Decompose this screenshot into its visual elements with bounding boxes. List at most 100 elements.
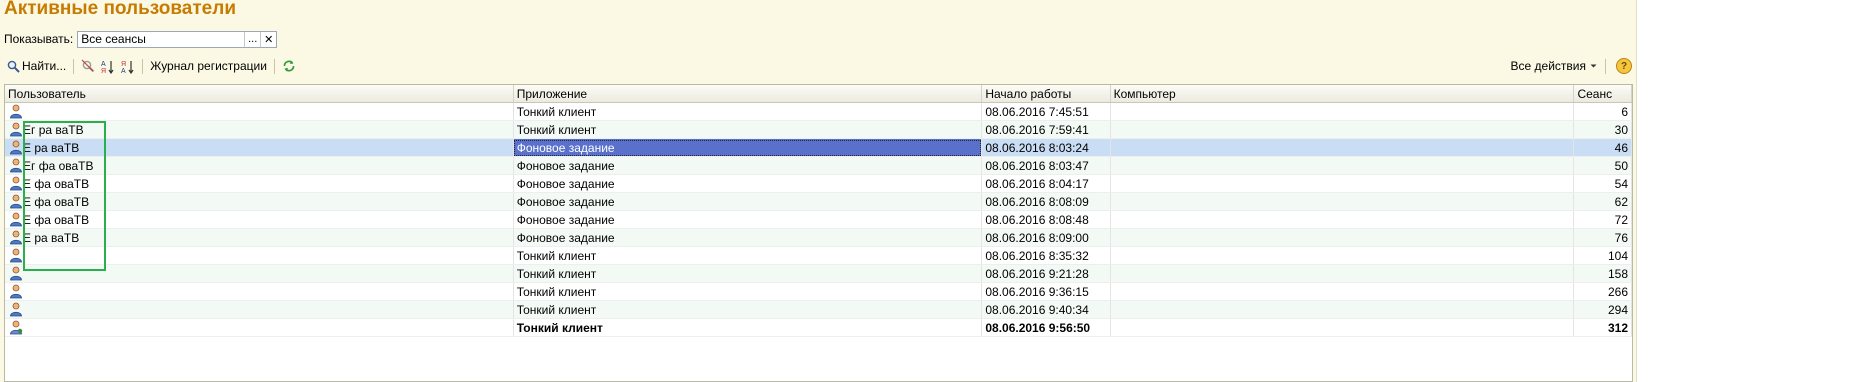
table-row[interactable]: Тонкий клиент 08.06.2016 9:36:15 266 [5, 282, 1632, 301]
cell-session[interactable]: 62 [1573, 192, 1632, 211]
cell-user[interactable]: Е фа оваТВ [5, 210, 514, 229]
table-row[interactable]: Тонкий клиент 08.06.2016 8:35:32 104 [5, 246, 1632, 265]
user-icon [10, 194, 22, 209]
table-row[interactable]: Е фа оваТВ Фоновое задание 08.06.2016 8:04… [5, 174, 1632, 193]
sort-descending-button[interactable]: ЯА [118, 57, 138, 75]
svg-text:А: А [101, 61, 106, 68]
cell-user[interactable]: Е ра ваТВ [5, 228, 514, 247]
cell-application[interactable]: Тонкий клиент [513, 102, 983, 121]
cell-start-time[interactable]: 08.06.2016 8:08:09 [981, 192, 1111, 211]
cell-computer[interactable] [1110, 228, 1575, 247]
table-row[interactable]: Е фа оваТВ Фоновое задание 08.06.2016 8:08… [5, 192, 1632, 211]
cell-start-time[interactable]: 08.06.2016 8:03:47 [981, 156, 1111, 175]
cell-computer[interactable] [1110, 300, 1575, 319]
cell-user[interactable]: Ег ра ваТВ [5, 120, 514, 139]
sessions-filter-field[interactable]: Все сеансы ... ✕ [77, 30, 278, 48]
column-application[interactable]: Приложение [513, 85, 983, 103]
cell-start-time[interactable]: 08.06.2016 8:04:17 [981, 174, 1111, 193]
table-row[interactable]: Ег ра ваТВ Тонкий клиент 08.06.2016 7:59:4… [5, 120, 1632, 139]
cell-user[interactable]: Е фа оваТВ [5, 192, 514, 211]
cell-session[interactable]: 104 [1573, 246, 1632, 265]
column-start-time[interactable]: Начало работы [981, 85, 1111, 103]
table-row[interactable]: Тонкий клиент 08.06.2016 7:45:51 6 [5, 102, 1632, 121]
cell-user[interactable]: Ег фа оваТВ [5, 156, 514, 175]
column-user[interactable]: Пользователь [5, 85, 514, 103]
cancel-search-button[interactable] [78, 57, 98, 75]
table-row[interactable]: Тонкий клиент 08.06.2016 9:21:28 158 [5, 264, 1632, 283]
cell-user[interactable]: Е фа оваТВ [5, 174, 514, 193]
cell-start-time[interactable]: 08.06.2016 9:40:34 [981, 300, 1111, 319]
table-row[interactable]: Е ра ваТВ Фоновое задание 08.06.2016 8:03:… [5, 138, 1632, 157]
find-button[interactable]: Найти... [4, 57, 69, 75]
cell-session[interactable]: 266 [1573, 282, 1632, 301]
table-row[interactable]: Тонкий клиент 08.06.2016 9:40:34 294 [5, 300, 1632, 319]
cell-application[interactable]: Тонкий клиент [513, 318, 983, 337]
table-row[interactable]: Тонкий клиент 08.06.2016 9:56:50 312 [5, 318, 1632, 337]
cell-start-time[interactable]: 08.06.2016 9:36:15 [981, 282, 1111, 301]
cell-application[interactable]: Тонкий клиент [513, 282, 983, 301]
cell-user[interactable] [5, 264, 514, 283]
cell-start-time[interactable]: 08.06.2016 9:21:28 [981, 264, 1111, 283]
all-actions-menu[interactable]: Все действия [1508, 57, 1601, 75]
choose-button[interactable]: ... [244, 31, 261, 47]
cell-user[interactable] [5, 246, 514, 265]
cell-user[interactable] [5, 282, 514, 301]
cell-computer[interactable] [1110, 282, 1575, 301]
table-row[interactable]: Ег фа оваТВ Фоновое задание 08.06.2016 8:0… [5, 156, 1632, 175]
cell-start-time[interactable]: 08.06.2016 9:56:50 [981, 318, 1111, 337]
cell-session[interactable]: 30 [1573, 120, 1632, 139]
cell-application[interactable]: Фоновое задание [513, 192, 983, 211]
sessions-filter-value[interactable]: Все сеансы [78, 32, 244, 46]
cell-computer[interactable] [1110, 102, 1575, 121]
table-row[interactable]: Е фа оваТВ Фоновое задание 08.06.2016 8:08… [5, 210, 1632, 229]
clear-button[interactable]: ✕ [260, 31, 277, 47]
cell-computer[interactable] [1110, 156, 1575, 175]
cell-application[interactable]: Тонкий клиент [513, 264, 983, 283]
cell-user[interactable] [5, 300, 514, 319]
cell-computer[interactable] [1110, 120, 1575, 139]
cell-application[interactable]: Фоновое задание [513, 210, 983, 229]
cell-start-time[interactable]: 08.06.2016 8:35:32 [981, 246, 1111, 265]
cell-computer[interactable] [1110, 192, 1575, 211]
column-session[interactable]: Сеанс [1573, 85, 1632, 103]
table-row[interactable]: Е ра ваТВ Фоновое задание 08.06.2016 8:09:… [5, 228, 1632, 247]
user-icon [10, 230, 22, 245]
cell-session[interactable]: 312 [1573, 318, 1632, 337]
cell-session[interactable]: 72 [1573, 210, 1632, 229]
journal-button[interactable]: Журнал регистрации [147, 57, 270, 75]
sort-ascending-button[interactable]: АЯ [98, 57, 118, 75]
cell-user[interactable] [5, 318, 514, 337]
cell-session[interactable]: 158 [1573, 264, 1632, 283]
cell-start-time[interactable]: 08.06.2016 8:08:48 [981, 210, 1111, 229]
refresh-button[interactable] [279, 57, 299, 75]
cell-computer[interactable] [1110, 246, 1575, 265]
cell-session[interactable]: 50 [1573, 156, 1632, 175]
cell-computer[interactable] [1110, 138, 1575, 157]
cell-user[interactable]: Е ра ваТВ [5, 138, 514, 157]
cell-start-time[interactable]: 08.06.2016 7:59:41 [981, 120, 1111, 139]
cell-application[interactable]: Фоновое задание [513, 174, 983, 193]
cell-session[interactable]: 54 [1573, 174, 1632, 193]
cell-computer[interactable] [1110, 264, 1575, 283]
cell-session[interactable]: 6 [1573, 102, 1632, 121]
user-icon [10, 320, 23, 335]
cell-start-time[interactable]: 08.06.2016 8:03:24 [981, 138, 1111, 157]
cell-session[interactable]: 46 [1573, 138, 1632, 157]
cell-session[interactable]: 76 [1573, 228, 1632, 247]
cell-application[interactable]: Тонкий клиент [513, 246, 983, 265]
cell-user[interactable] [5, 102, 514, 121]
user-icon [10, 140, 22, 155]
cell-application[interactable]: Фоновое задание [513, 156, 983, 175]
cell-application[interactable]: Тонкий клиент [513, 120, 983, 139]
cell-start-time[interactable]: 08.06.2016 7:45:51 [981, 102, 1111, 121]
cell-computer[interactable] [1110, 210, 1575, 229]
cell-computer[interactable] [1110, 174, 1575, 193]
cell-application[interactable]: Фоновое задание [513, 138, 983, 157]
cell-session[interactable]: 294 [1573, 300, 1632, 319]
cell-application[interactable]: Фоновое задание [513, 228, 983, 247]
help-button[interactable]: ? [1616, 58, 1632, 74]
column-computer[interactable]: Компьютер [1110, 85, 1575, 103]
cell-start-time[interactable]: 08.06.2016 8:09:00 [981, 228, 1111, 247]
cell-computer[interactable] [1110, 318, 1575, 337]
cell-application[interactable]: Тонкий клиент [513, 300, 983, 319]
